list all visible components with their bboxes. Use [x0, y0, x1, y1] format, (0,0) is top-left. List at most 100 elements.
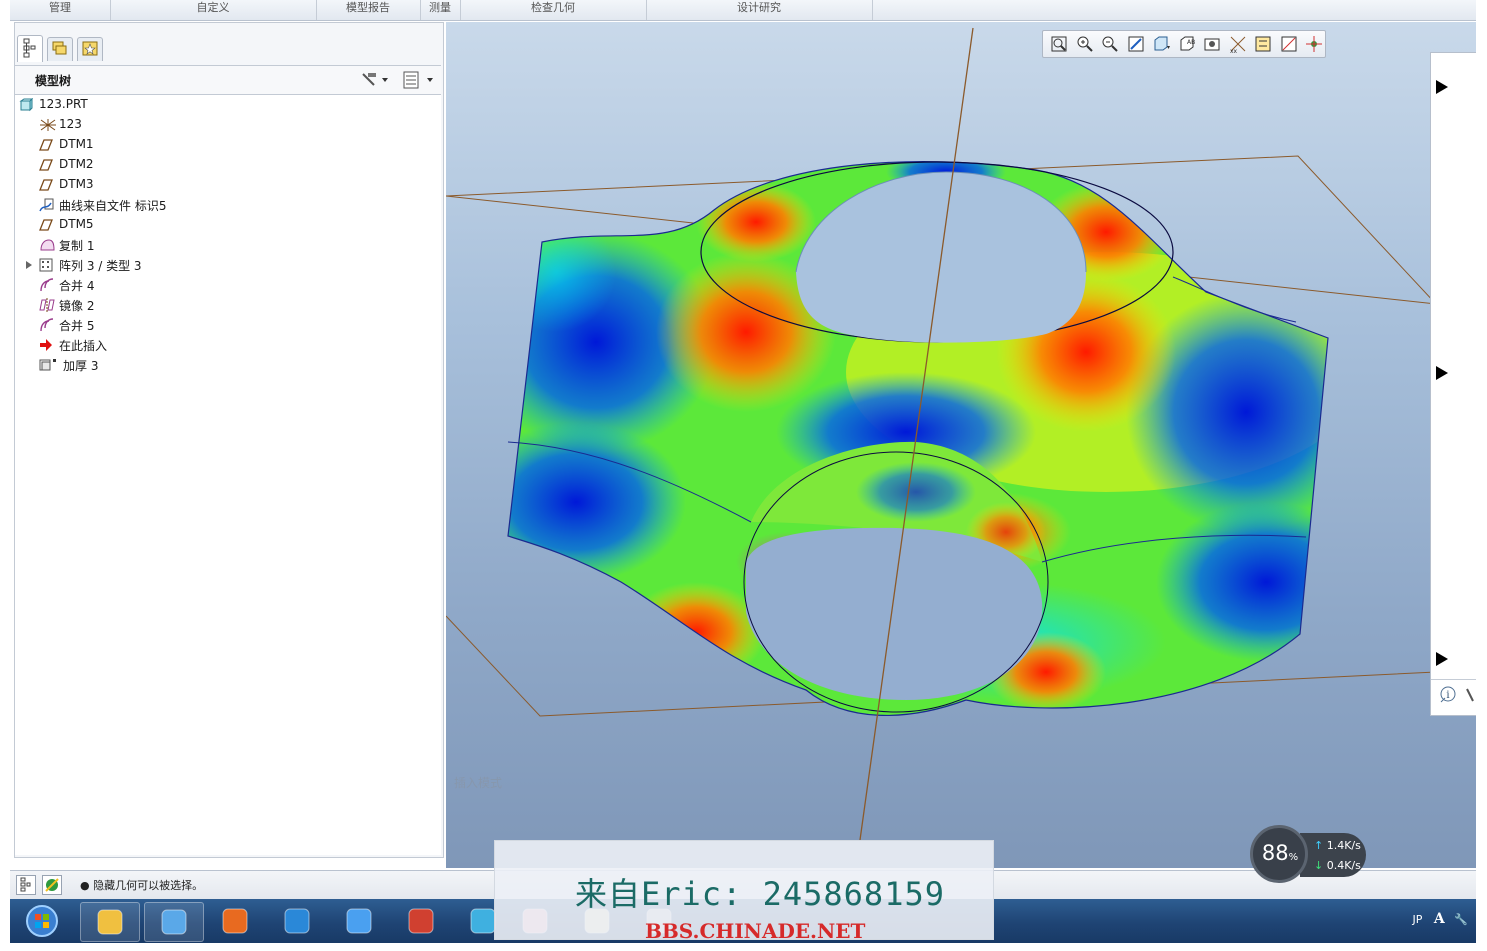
tree-icon	[16, 875, 36, 895]
graphics-window[interactable]: AB xx 插入模式 i	[446, 22, 1476, 868]
ribbon-tab-manage[interactable]: 管理	[10, 0, 111, 20]
tree-item-label: 阵列 3 / 类型 3	[59, 259, 142, 273]
part-icon	[19, 97, 34, 112]
upload-speed: ↑ 1.4K/s	[1314, 839, 1361, 852]
merge-icon	[39, 278, 54, 292]
chat-icon[interactable]	[330, 902, 388, 940]
explorer-icon[interactable]	[80, 902, 140, 942]
tree-item-label: 加厚 3	[63, 359, 99, 373]
zoom-in-icon[interactable]	[1075, 34, 1095, 54]
star-icon	[82, 41, 98, 56]
memory-usage-percent: 88%	[1261, 841, 1299, 865]
display-style-icon[interactable]	[1151, 34, 1171, 54]
view-manager-icon[interactable]	[1202, 34, 1222, 54]
navigator-tabs	[15, 33, 441, 63]
curve-from-file-icon	[39, 198, 54, 212]
tree-item[interactable]: DTM1	[15, 135, 435, 155]
info-icon[interactable]: i	[1439, 685, 1459, 705]
surface-analysis-render[interactable]	[446, 22, 1476, 868]
wrench-icon[interactable]	[1465, 685, 1476, 705]
tree-item[interactable]: DTM2	[15, 155, 435, 175]
status-message: ● 隐藏几何可以被选择。	[80, 879, 204, 892]
ime-settings-icon[interactable]: 🔧	[1454, 913, 1468, 926]
insert-here-arrow-icon	[39, 338, 53, 352]
tree-item-label: 镜像 2	[59, 299, 95, 313]
model-tree-header: 模型树	[15, 65, 441, 95]
tree-settings-button[interactable]	[360, 71, 388, 92]
perspective-icon[interactable]: xx	[1228, 34, 1248, 55]
datum-plane-icon	[39, 138, 53, 152]
ime-indicator[interactable]: A	[1434, 911, 1445, 927]
thickened-surface-body	[508, 161, 1328, 716]
tree-settings-icon	[362, 73, 388, 86]
thicken-icon	[39, 358, 56, 372]
datum-plane-icon	[39, 218, 53, 232]
refit-icon[interactable]	[1049, 34, 1069, 54]
network-speed-widget[interactable]: ↑ 1.4K/s ↓ 0.4K/s 88%	[1250, 825, 1368, 885]
tree-item-label: DTM2	[59, 157, 94, 171]
watermark-overlay: 来自Eric: 245868159 BBS.CHINADE.NET	[494, 840, 994, 943]
datum-plane-icon	[39, 178, 53, 192]
ribbon-tab-design-study[interactable]: 设计研究	[646, 0, 873, 20]
tree-item[interactable]: DTM5	[15, 215, 435, 235]
ie-icon[interactable]	[268, 902, 326, 940]
spin-center-icon[interactable]	[1304, 34, 1324, 54]
legend-min-marker-icon[interactable]	[1435, 651, 1449, 667]
tree-item-label: 复制 1	[59, 239, 95, 253]
tree-item[interactable]: 曲线来自文件 标识5	[15, 195, 435, 215]
saved-views-icon[interactable]: AB	[1177, 34, 1197, 54]
download-speed-value: 0.4K/s	[1326, 859, 1361, 872]
folders-icon	[52, 41, 67, 55]
navigator-panel: 模型树 123.PRT 123 DTM1 DTM2 DTM3 曲线来自文件 标识5 DTM5…	[14, 22, 444, 858]
tree-item[interactable]: DTM3	[15, 175, 435, 195]
expand-arrow-icon[interactable]	[25, 259, 33, 273]
mode-hint: 插入模式	[454, 776, 503, 790]
status-browser-toggle[interactable]	[42, 875, 62, 898]
language-indicator[interactable]: JP	[1413, 913, 1423, 926]
pattern-icon	[39, 258, 53, 272]
tree-item[interactable]: 123	[15, 115, 435, 135]
media-player-icon[interactable]	[206, 902, 264, 940]
archive-icon[interactable]	[392, 902, 450, 940]
ribbon-tab-check-geometry[interactable]: 检查几何	[460, 0, 647, 20]
view-toolbar: AB xx	[1042, 30, 1326, 58]
tree-item-label: 123	[59, 117, 82, 131]
coordinate-system-icon	[39, 118, 56, 132]
zoom-out-icon[interactable]	[1100, 34, 1120, 54]
mirror-icon	[39, 298, 55, 312]
ribbon-tab-model-report[interactable]: 模型报告	[316, 0, 421, 20]
tree-item[interactable]: 123.PRT	[15, 95, 435, 115]
legend-max-marker-icon[interactable]	[1435, 79, 1449, 95]
tree-item[interactable]: 阵列 3 / 类型 3	[15, 255, 435, 275]
tree-item[interactable]: 合并 4	[15, 275, 435, 295]
model-tree-tab[interactable]	[17, 35, 43, 62]
ribbon-tab-customize[interactable]: 自定义	[110, 0, 317, 20]
download-speed: ↓ 0.4K/s	[1314, 859, 1361, 872]
folder-browser-tab[interactable]	[47, 37, 73, 61]
favorites-tab[interactable]	[77, 37, 103, 61]
tree-filters-button[interactable]	[403, 71, 437, 92]
svg-text:xx: xx	[1230, 48, 1238, 54]
download-arrow-icon: ↓	[1314, 859, 1324, 872]
tree-item[interactable]: 镜像 2	[15, 295, 435, 315]
annotation-display-icon[interactable]	[1253, 34, 1273, 54]
tree-item[interactable]: 加厚 3	[15, 355, 435, 375]
browser-icon[interactable]	[144, 902, 204, 942]
datum-display-icon[interactable]	[1279, 34, 1299, 54]
upload-arrow-icon: ↑	[1314, 839, 1324, 852]
system-tray: JP A 🔧	[1413, 911, 1468, 927]
tree-item[interactable]: 在此插入	[15, 335, 435, 355]
repaint-icon[interactable]	[1126, 34, 1146, 54]
tree-item[interactable]: 复制 1	[15, 235, 435, 255]
upload-speed-value: 1.4K/s	[1326, 839, 1361, 852]
ribbon-tab-measure[interactable]: 测量	[420, 0, 461, 20]
merge-icon	[39, 318, 54, 332]
status-tree-toggle[interactable]	[16, 875, 36, 898]
tree-item[interactable]: 合并 5	[15, 315, 435, 335]
tree-item-label: DTM3	[59, 177, 94, 191]
copy-surface-icon	[39, 238, 55, 252]
memory-usage-ring: 88%	[1250, 825, 1308, 883]
svg-text:i: i	[1446, 690, 1449, 701]
windows-start-icon[interactable]	[14, 902, 72, 940]
legend-mid-marker-icon[interactable]	[1435, 365, 1449, 381]
